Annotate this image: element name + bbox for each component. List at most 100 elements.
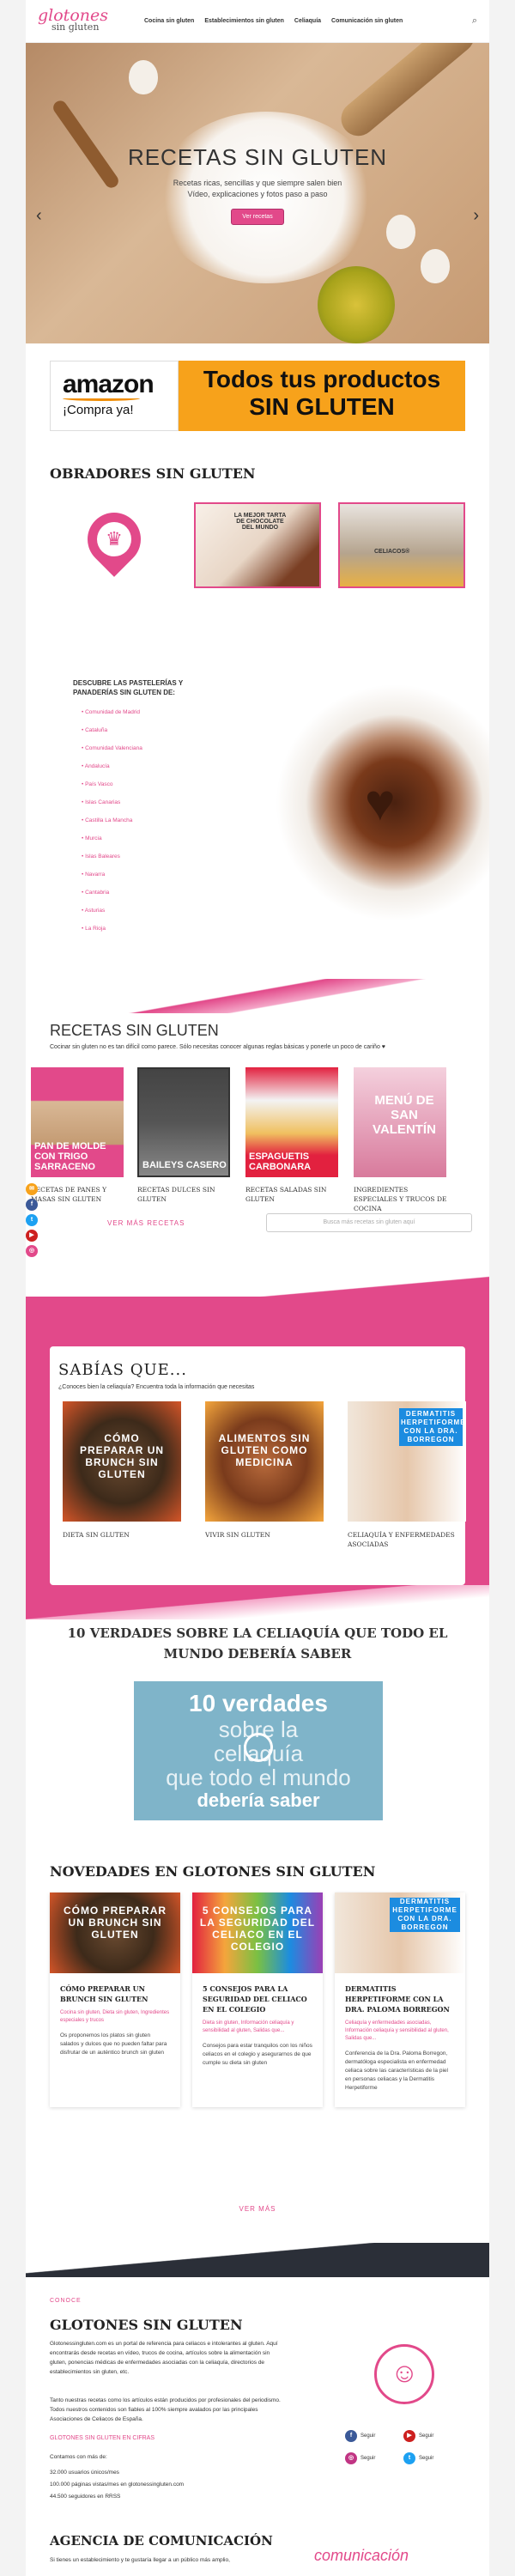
nav-establecimientos[interactable]: Establecimientos sin gluten bbox=[204, 18, 284, 24]
section-divider bbox=[26, 2243, 489, 2277]
nav-cocina[interactable]: Cocina sin gluten bbox=[144, 18, 194, 24]
post-title[interactable]: CÓMO PREPARAR UN BRUNCH SIN GLUTEN bbox=[50, 1973, 180, 2004]
video-text-5: debería saber bbox=[197, 1789, 320, 1811]
region-link[interactable]: Asturias bbox=[82, 907, 142, 925]
recipe-tile-saladas[interactable]: ESPAGUETIS CARBONARA bbox=[245, 1067, 338, 1177]
post-image[interactable]: 5 CONSEJOS PARA LA SEGURIDAD DEL CELIACO… bbox=[192, 1893, 323, 1973]
region-link[interactable]: Murcia bbox=[82, 835, 142, 853]
ver-mas-button[interactable]: VER MÁS bbox=[26, 2205, 489, 2213]
hero-title: RECETAS SIN GLUTEN bbox=[127, 144, 388, 170]
post-card[interactable]: CÓMO PREPARAR UN BRUNCH SIN GLUTEN CÓMO … bbox=[50, 1893, 180, 2107]
region-link[interactable]: Cataluña bbox=[82, 726, 142, 744]
footer-paragraph: Glotonessingluten.com es un portal de re… bbox=[50, 2341, 278, 2375]
nav-celiaquia[interactable]: Celiaquía bbox=[294, 18, 321, 24]
post-card[interactable]: DERMATITIS HERPETIFORME CON LA DRA. BORR… bbox=[335, 1893, 465, 2107]
region-link[interactable]: La Rioja bbox=[82, 925, 142, 943]
sabias-caption[interactable]: CELIAQUÍA Y ENFERMEDADES ASOCIADAS bbox=[348, 1530, 466, 1549]
sabias-caption[interactable]: DIETA SIN GLUTEN bbox=[63, 1530, 181, 1540]
oil-bowl-image bbox=[318, 266, 395, 343]
recipe-tile-dulces[interactable]: BAILEYS CASERO bbox=[137, 1067, 230, 1177]
post-categories[interactable]: Celiaquía y enfermedades asociadas, Info… bbox=[335, 2014, 465, 2043]
youtube-follow-button[interactable]: ▶ Seguir bbox=[403, 2430, 433, 2442]
celiacos-card[interactable]: CELIACOS® bbox=[338, 502, 465, 588]
chef-logo-icon bbox=[374, 2344, 434, 2404]
hero-content: RECETAS SIN GLUTEN Recetas ricas, sencil… bbox=[26, 144, 489, 225]
post-image-text: 5 CONSEJOS PARA LA SEGURIDAD DEL CELIACO… bbox=[199, 1905, 316, 1953]
post-image-text: CÓMO PREPARAR UN BRUNCH SIN GLUTEN bbox=[63, 1905, 167, 1941]
post-excerpt: Conferencia de la Dra. Paloma Borregon, … bbox=[345, 2050, 448, 2091]
footer-paragraph: Tanto nuestras recetas como los artículo… bbox=[50, 2397, 281, 2422]
sabias-tile-medicina[interactable]: ALIMENTOS SIN GLUTEN COMO MEDICINA bbox=[205, 1401, 324, 1522]
region-link[interactable]: Comunidad de Madrid bbox=[82, 708, 142, 726]
recipe-tile-text: PAN DE MOLDE CON TRIGO SARRACENO bbox=[34, 1141, 106, 1172]
post-image[interactable]: DERMATITIS HERPETIFORME CON LA DRA. BORR… bbox=[335, 1893, 465, 1973]
instagram-follow-button[interactable]: ◎ Seguir bbox=[345, 2452, 375, 2464]
twitter-follow-button[interactable]: t Seguir bbox=[403, 2452, 433, 2464]
sabias-tile-brunch[interactable]: CÓMO PREPARAR UN BRUNCH SIN GLUTEN bbox=[63, 1401, 181, 1522]
recetas-title: RECETAS SIN GLUTEN bbox=[50, 1022, 219, 1039]
recipe-caption[interactable]: RECETAS DE PANES Y MASAS SIN GLUTEN bbox=[31, 1185, 125, 1204]
recipe-tile-trucos[interactable]: MENÚ DE SAN VALENTÍN bbox=[354, 1067, 446, 1177]
nav-comunicacion[interactable]: Comunicación sin gluten bbox=[331, 18, 403, 24]
sabias-subtitle: ¿Conoces bien la celiaquía? Encuentra to… bbox=[58, 1384, 255, 1390]
post-title[interactable]: DERMATITIS HERPETIFORME CON LA DRA. PALO… bbox=[335, 1973, 465, 2014]
region-link[interactable]: Castilla La Mancha bbox=[82, 817, 142, 835]
sabias-title: SABÍAS QUE... bbox=[58, 1361, 187, 1379]
facebook-icon: f bbox=[345, 2430, 357, 2442]
heart-icon: ♥ bbox=[365, 774, 396, 831]
ver-recetas-button[interactable]: Ver recetas bbox=[231, 209, 284, 225]
footer-title: GLOTONES SIN GLUTEN bbox=[50, 2317, 243, 2333]
play-icon[interactable] bbox=[244, 1733, 273, 1762]
amazon-logo-block: amazon ¡Compra ya! bbox=[50, 361, 179, 431]
chocolate-cake-card[interactable]: LA MEJOR TARTA DE CHOCOLATE DEL MUNDO bbox=[194, 502, 321, 588]
rolling-pin-image bbox=[334, 43, 482, 143]
recipe-search-input[interactable]: Busca más recetas sin gluten aquí bbox=[266, 1213, 472, 1232]
facebook-share-icon[interactable]: f bbox=[26, 1199, 38, 1211]
chevron-left-icon[interactable]: ‹ bbox=[36, 206, 42, 226]
section-divider bbox=[26, 1585, 489, 1619]
sabias-tile-text: DERMATITIS HERPETIFORME CON LA DRA. BORR… bbox=[399, 1408, 465, 1446]
video-player[interactable]: 10 verdades sobre la celiaquía que todo … bbox=[134, 1681, 383, 1820]
youtube-share-icon[interactable]: ▶ bbox=[26, 1230, 38, 1242]
recipe-caption[interactable]: RECETAS SALADAS SIN GLUTEN bbox=[245, 1185, 340, 1204]
chevron-right-icon[interactable]: › bbox=[473, 206, 479, 226]
ver-mas-recetas-button[interactable]: VER MÁS RECETAS bbox=[107, 1219, 185, 1227]
amazon-headline: Todos tus productos SIN GLUTEN bbox=[179, 361, 465, 431]
verdades-title: 10 VERDADES SOBRE LA CELIAQUÍA QUE TODO … bbox=[67, 1625, 448, 1662]
twitter-share-icon[interactable]: t bbox=[26, 1214, 38, 1226]
region-link[interactable]: Comunidad Valenciana bbox=[82, 744, 142, 762]
search-icon[interactable]: ⌕ bbox=[472, 15, 477, 27]
cifras-intro: Contamos con más de: bbox=[50, 2454, 107, 2460]
sabias-caption[interactable]: VIVIR SIN GLUTEN bbox=[205, 1530, 324, 1540]
email-share-icon[interactable]: ✉ bbox=[26, 1183, 38, 1195]
egg-image bbox=[421, 249, 450, 283]
post-card[interactable]: 5 CONSEJOS PARA LA SEGURIDAD DEL CELIACO… bbox=[192, 1893, 323, 2107]
recipe-caption[interactable]: RECETAS DULCES SIN GLUTEN bbox=[137, 1185, 232, 1204]
region-link[interactable]: Islas Canarias bbox=[82, 799, 142, 817]
region-link[interactable]: País Vasco bbox=[82, 781, 142, 799]
facebook-follow-button[interactable]: f Seguir bbox=[345, 2430, 375, 2442]
recipe-tile-panes[interactable]: PAN DE MOLDE CON TRIGO SARRACENO bbox=[31, 1067, 124, 1177]
site-logo[interactable]: glotones sin gluten bbox=[38, 7, 108, 33]
post-image[interactable]: CÓMO PREPARAR UN BRUNCH SIN GLUTEN bbox=[50, 1893, 180, 1973]
recipe-caption[interactable]: INGREDIENTES ESPECIALES Y TRUCOS DE COCI… bbox=[354, 1185, 448, 1213]
post-categories[interactable]: Dieta sin gluten, Información celiaquía … bbox=[192, 2014, 323, 2035]
region-link[interactable]: Navarra bbox=[82, 871, 142, 889]
map-pin-card[interactable]: ♛ bbox=[50, 501, 177, 588]
post-title[interactable]: 5 CONSEJOS PARA LA SEGURIDAD DEL CELIACO… bbox=[192, 1973, 323, 2014]
section-divider bbox=[26, 979, 489, 1013]
instagram-share-icon[interactable]: ◎ bbox=[26, 1245, 38, 1257]
region-link[interactable]: Cantabria bbox=[82, 889, 142, 907]
region-link[interactable]: Islas Baleares bbox=[82, 853, 142, 871]
region-link[interactable]: Andalucía bbox=[82, 762, 142, 781]
post-categories[interactable]: Cocina sin gluten, Dieta sin gluten, Ing… bbox=[50, 2004, 180, 2025]
sabias-tile-dermatitis[interactable]: DERMATITIS HERPETIFORME CON LA DRA. BORR… bbox=[348, 1401, 466, 1522]
cifras-item: 100.000 páginas vistas/mes en glotonessi… bbox=[50, 2482, 185, 2488]
follow-label: Seguir bbox=[419, 2433, 434, 2439]
amazon-banner[interactable]: amazon ¡Compra ya! Todos tus productos S… bbox=[50, 361, 465, 431]
chef-hat-icon: ♛ bbox=[97, 522, 131, 556]
post-excerpt: Os proponemos los platos sin gluten sala… bbox=[60, 2032, 167, 2056]
cifras-item: 44.500 seguidores en RRSS bbox=[50, 2494, 121, 2500]
recipe-tile-text: ESPAGUETIS CARBONARA bbox=[249, 1151, 312, 1172]
hero-subtitle: Recetas ricas, sencillas y que siempre s… bbox=[26, 178, 489, 200]
